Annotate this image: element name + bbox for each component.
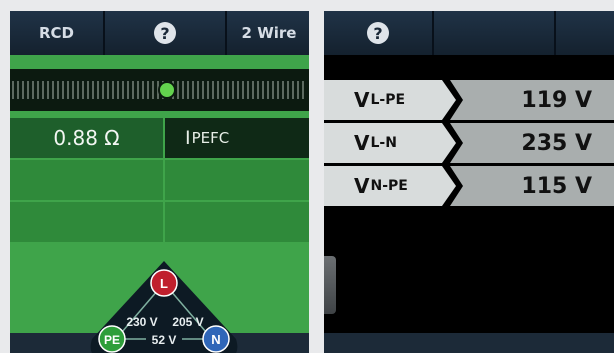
result-label-sub: PEFC [191,129,230,147]
empty-row-2 [10,202,309,242]
voltage-symbol: V [354,88,370,112]
empty-cell [10,160,163,200]
result-label-main: I [185,127,191,149]
empty-cell [10,202,163,242]
v-l-n-label: 205 V [172,315,203,329]
empty-cell [165,160,309,200]
right-screen: ? V L-PE 119 V V L-N 235 V V N-PE 115 V [324,11,614,353]
result-label[interactable]: I PEFC [165,118,309,158]
node-pe-label: PE [104,333,120,347]
voltage-subscript: L-PE [370,92,406,108]
voltage-value-text: 115 V [521,173,592,199]
voltage-row-l-pe: V L-PE 119 V [324,80,614,120]
help-button[interactable]: ? [324,11,434,55]
wiring-tab-label: 2 Wire [241,24,297,42]
voltage-symbol: V [354,131,370,155]
voltage-value: 119 V [450,80,614,120]
voltage-value: 115 V [450,166,614,206]
voltage-label: V N-PE [324,166,456,206]
v-l-pe-label: 230 V [126,315,157,329]
scrollbar[interactable] [324,256,336,314]
help-icon: ? [367,22,389,44]
result-value-text: 0.88 Ω [53,126,120,150]
voltage-value: 235 V [450,123,614,163]
voltage-row-n-pe: V N-PE 115 V [324,166,614,206]
node-n-label: N [211,332,220,347]
node-l-label: L [160,276,168,291]
result-value: 0.88 Ω [10,118,163,158]
toolbar-empty-tab[interactable] [556,11,614,55]
voltage-value-text: 235 V [521,130,592,156]
empty-cell [165,202,309,242]
v-n-pe-label: 52 V [152,333,177,347]
rcd-tab[interactable]: RCD [10,11,105,55]
voltage-row-l-n: V L-N 235 V [324,123,614,163]
left-screen: RCD ? 2 Wire 0.88 Ω I PEFC L PE N 230 V 2… [10,11,309,353]
rcd-tab-label: RCD [38,24,74,42]
voltage-value-text: 119 V [521,87,592,113]
voltage-triangle: L PE N 230 V 205 V 52 V [90,261,238,353]
voltage-subscript: L-N [370,135,397,151]
voltage-subscript: N-PE [370,178,408,194]
right-bottom-bar [324,333,614,353]
wiring-tab[interactable]: 2 Wire [227,11,309,55]
empty-row-1 [10,160,309,200]
scale-indicator-dot [158,81,176,99]
voltage-label: V L-N [324,123,456,163]
analog-bar-scale [10,69,309,111]
result-row: 0.88 Ω I PEFC [10,118,309,158]
help-button[interactable]: ? [105,11,227,55]
voltage-label: V L-PE [324,80,456,120]
toolbar-empty-tab[interactable] [434,11,556,55]
help-icon: ? [154,22,176,44]
voltage-symbol: V [354,174,370,198]
